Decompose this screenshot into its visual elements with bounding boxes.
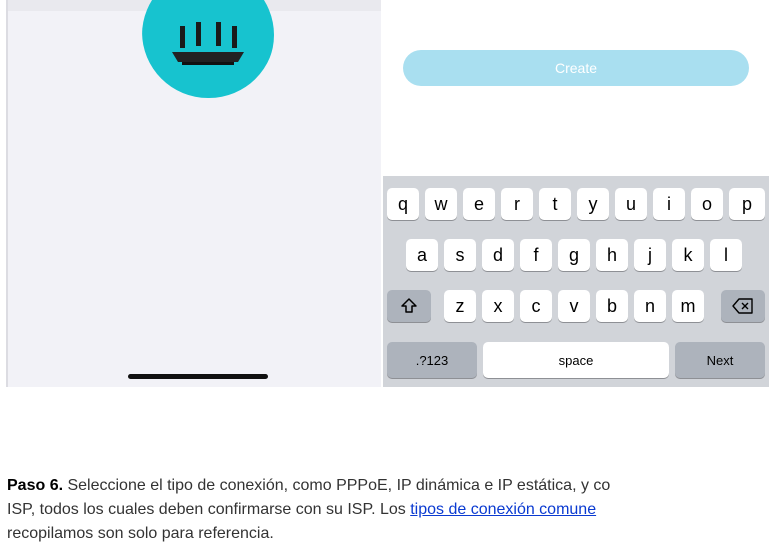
numbers-key[interactable]: .?123 — [387, 342, 477, 378]
key-w[interactable]: w — [425, 188, 457, 220]
key-x[interactable]: x — [482, 290, 514, 322]
caption-line-1: Paso 6. Seleccione el tipo de conexión, … — [7, 474, 769, 498]
key-p[interactable]: p — [729, 188, 765, 220]
key-n[interactable]: n — [634, 290, 666, 322]
step-label: Paso 6. — [7, 477, 64, 494]
connection-types-link[interactable]: tipos de conexión comune — [410, 501, 596, 518]
router-icon — [142, 0, 275, 98]
key-i[interactable]: i — [653, 188, 685, 220]
key-s[interactable]: s — [444, 239, 476, 271]
key-q[interactable]: q — [387, 188, 419, 220]
key-f[interactable]: f — [520, 239, 552, 271]
key-a[interactable]: a — [406, 239, 438, 271]
screen-edge — [6, 0, 8, 387]
key-d[interactable]: d — [482, 239, 514, 271]
caption-line-1-text: Seleccione el tipo de conexión, como PPP… — [63, 477, 611, 494]
app-screenshot-left — [6, 0, 381, 387]
key-g[interactable]: g — [558, 239, 590, 271]
home-indicator — [128, 374, 268, 379]
delete-key[interactable] — [721, 290, 765, 322]
create-button[interactable]: Create — [403, 50, 749, 86]
next-key[interactable]: Next — [675, 342, 765, 378]
key-h[interactable]: h — [596, 239, 628, 271]
key-y[interactable]: y — [577, 188, 609, 220]
ios-keyboard: q w e r t y u i o p a s d f g h j k l z … — [383, 176, 769, 387]
backspace-icon — [732, 298, 753, 314]
key-o[interactable]: o — [691, 188, 723, 220]
key-e[interactable]: e — [463, 188, 495, 220]
caption-line-2-text: ISP, todos los cuales deben confirmarse … — [7, 501, 411, 518]
key-m[interactable]: m — [672, 290, 704, 322]
key-j[interactable]: j — [634, 239, 666, 271]
key-v[interactable]: v — [558, 290, 590, 322]
shift-arrow-icon — [401, 298, 417, 313]
key-b[interactable]: b — [596, 290, 628, 322]
caption-line-3: recopilamos son solo para referencia. — [7, 525, 274, 542]
app-screenshot-right: Create q w e r t y u i o p a s d f g h j… — [383, 0, 769, 387]
caption-line-2: ISP, todos los cuales deben confirmarse … — [7, 498, 769, 522]
key-c[interactable]: c — [520, 290, 552, 322]
key-k[interactable]: k — [672, 239, 704, 271]
shift-key[interactable] — [387, 290, 431, 322]
key-u[interactable]: u — [615, 188, 647, 220]
caption-paragraph: Paso 6. Seleccione el tipo de conexión, … — [7, 474, 769, 546]
key-z[interactable]: z — [444, 290, 476, 322]
space-key[interactable]: space — [483, 342, 669, 378]
key-l[interactable]: l — [710, 239, 742, 271]
key-r[interactable]: r — [501, 188, 533, 220]
key-t[interactable]: t — [539, 188, 571, 220]
